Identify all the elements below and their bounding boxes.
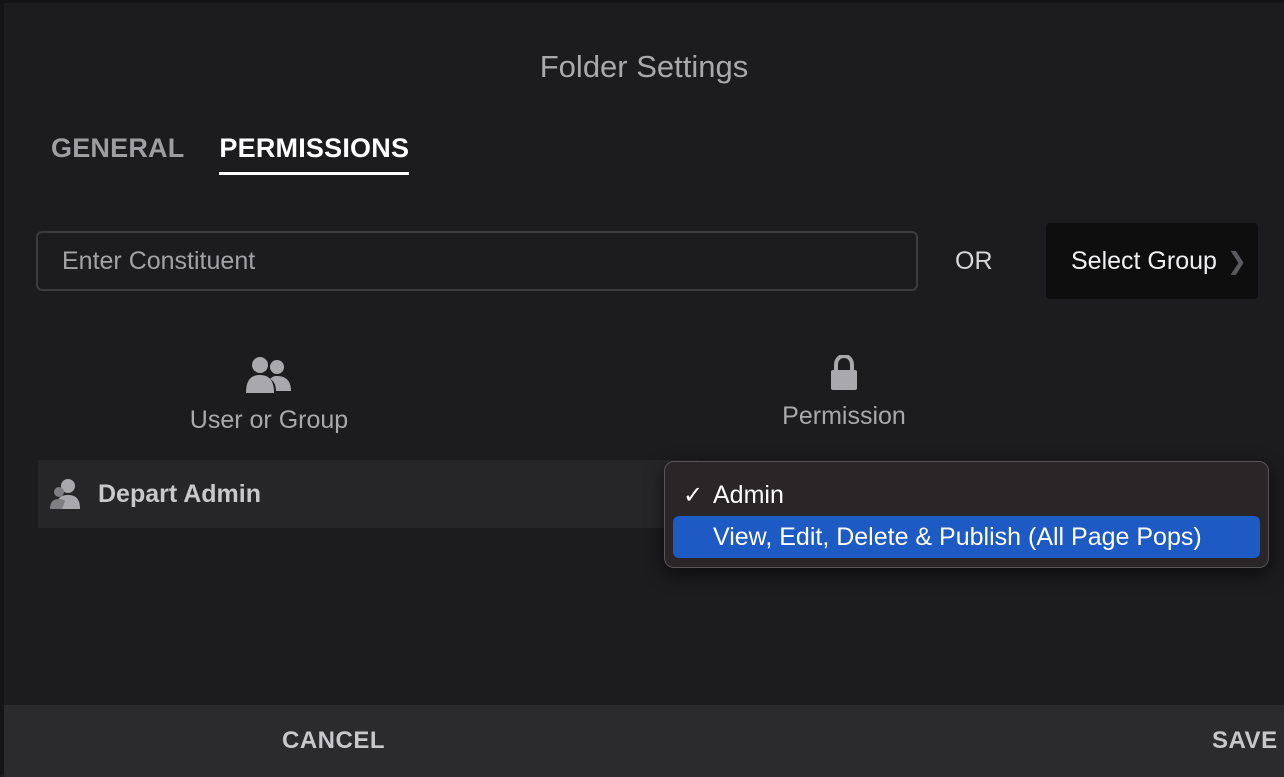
select-group-label: Select Group [1071,246,1217,275]
permission-row[interactable]: Depart Admin [38,460,698,528]
cancel-button[interactable]: CANCEL [8,705,882,777]
tab-bar: GENERAL PERMISSIONS [51,133,410,175]
checkmark-icon: ✓ [682,481,704,509]
tab-general[interactable]: GENERAL [51,133,184,175]
permission-label: Permission [782,402,906,430]
chevron-right-icon: ❯ [1226,247,1248,275]
or-label: OR [955,247,993,275]
permission-dropdown-menu[interactable]: ✓ Admin View, Edit, Delete & Publish (Al… [664,461,1269,568]
dialog-title: Folder Settings [539,49,749,84]
users-icon [246,357,291,393]
save-button[interactable]: SAVE [882,705,1284,777]
dropdown-option-label: Admin [713,480,784,509]
dropdown-option-view-edit-delete-publish[interactable]: View, Edit, Delete & Publish (All Page P… [673,516,1260,558]
select-group-button[interactable]: Select Group ❯ [1046,223,1258,299]
permission-column-header: Permission [744,353,944,431]
row-name: Depart Admin [98,479,261,508]
lock-icon [831,353,857,390]
dialog-footer: CANCEL SAVE [4,705,1284,777]
tab-permissions[interactable]: PERMISSIONS [219,133,410,175]
user-or-group-label: User or Group [189,406,349,434]
constituent-search-input[interactable] [36,231,918,291]
dropdown-option-label: View, Edit, Delete & Publish (All Page P… [713,522,1202,551]
user-or-group-column-header: User or Group [154,355,384,435]
dropdown-option-admin[interactable]: ✓ Admin [673,474,1260,516]
folder-settings-dialog: Folder Settings GENERAL PERMISSIONS OR S… [0,0,1284,777]
user-group-icon [50,479,80,509]
